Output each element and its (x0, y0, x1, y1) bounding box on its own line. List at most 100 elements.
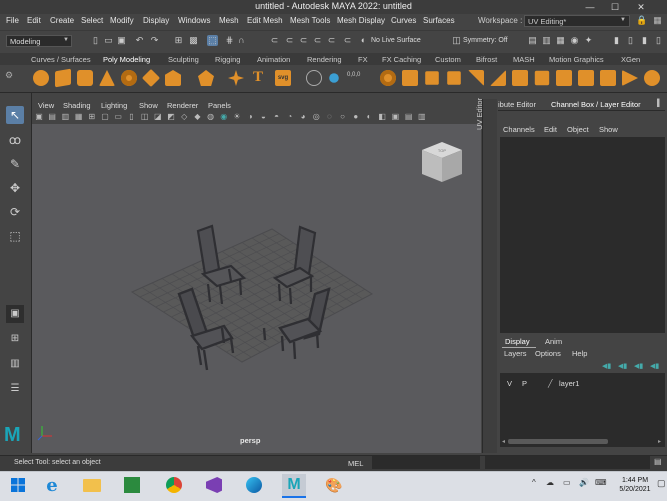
move-layer-down-icon[interactable]: ◀▮ (618, 362, 627, 370)
insert-edge-loop-icon[interactable] (578, 70, 594, 86)
xray-icon[interactable]: ◎ (311, 112, 321, 122)
close-icon[interactable]: ▌ (657, 100, 665, 109)
shelf-tab-curves-surfaces[interactable]: Curves / Surfaces (31, 55, 91, 64)
scale-tool-icon[interactable]: ⬚ (6, 227, 24, 245)
panel-menu-panels[interactable]: Panels (208, 101, 231, 110)
object-mode-icon[interactable]: ▩ (188, 35, 199, 46)
magnet-icon[interactable]: ⊂ (326, 35, 337, 46)
wireframe-icon[interactable]: ◇ (179, 112, 189, 122)
bookmark-icon[interactable]: ▥ (60, 112, 70, 122)
save-scene-icon[interactable]: ▣ (116, 35, 127, 46)
four-view-icon[interactable]: ⊞ (6, 330, 24, 348)
menu-mesh-display[interactable]: Mesh Display (337, 16, 385, 25)
poly-sphere-icon[interactable] (33, 70, 49, 86)
magnet-icon[interactable]: ⊂ (342, 35, 353, 46)
hierarchy-icon[interactable]: ⊞ (173, 35, 184, 46)
tab-anim[interactable]: Anim (545, 337, 562, 346)
menu-file[interactable]: File (6, 16, 19, 25)
render-settings-icon[interactable]: ▤ (527, 35, 538, 46)
magnet-icon[interactable]: ⊂ (298, 35, 309, 46)
shelf-tab-xgen[interactable]: XGen (621, 55, 640, 64)
quad-draw-icon[interactable] (556, 70, 572, 86)
maya-taskbar-icon[interactable]: M (282, 474, 306, 496)
layer-scrollbar[interactable] (508, 439, 608, 444)
single-view-icon[interactable]: ▣ (6, 305, 24, 323)
menu-display[interactable]: Display (143, 16, 169, 25)
shelf-tab-motion-graphics[interactable]: Motion Graphics (549, 55, 604, 64)
menu-surfaces[interactable]: Surfaces (423, 16, 455, 25)
smooth-icon[interactable] (380, 70, 396, 86)
shelf-tab-sculpting[interactable]: Sculpting (168, 55, 199, 64)
camera-icon[interactable]: ▣ (34, 112, 44, 122)
notifications-icon[interactable]: ▢ (657, 478, 666, 492)
extrude-icon[interactable] (402, 70, 418, 86)
shelf-tab-mash[interactable]: MASH (513, 55, 535, 64)
new-layer-icon[interactable]: ◀▮ (634, 362, 643, 370)
svg-icon[interactable]: svg (275, 70, 291, 86)
sidebar-toggle-icon[interactable]: ▯ (653, 35, 664, 46)
motion-blur-icon[interactable]: ◓ (272, 112, 282, 122)
image-plane-icon[interactable]: ▦ (74, 112, 84, 122)
live-surface-label[interactable]: No Live Surface (371, 37, 421, 44)
safe-title-icon[interactable]: ◩ (166, 112, 176, 122)
camera-attr-icon[interactable]: ▤ (47, 112, 57, 122)
smooth-shade-icon[interactable]: ◆ (192, 112, 202, 122)
script-language-toggle[interactable]: MEL (348, 459, 363, 468)
shelf-tab-fx[interactable]: FX (358, 55, 368, 64)
bookmark-icon[interactable]: ▥ (417, 112, 427, 122)
snap-grid-icon[interactable]: ⋕ (224, 35, 235, 46)
layers-menu[interactable]: Layers (504, 349, 527, 358)
textured-icon[interactable]: ◉ (219, 112, 229, 122)
magnet-icon[interactable]: ⊂ (312, 35, 323, 46)
select-component-icon[interactable]: ⬚ (207, 35, 218, 46)
maximize-button[interactable]: ☐ (604, 0, 626, 14)
undo-icon[interactable]: ↶ (134, 35, 145, 46)
poly-cylinder-icon[interactable] (77, 70, 93, 86)
object-menu[interactable]: Object (567, 125, 589, 134)
shelf-tab-bifrost[interactable]: Bifrost (476, 55, 497, 64)
workspace-select[interactable]: UV Editing* (524, 15, 630, 27)
options-menu[interactable]: Options (535, 349, 561, 358)
close-button[interactable]: ✕ (630, 0, 652, 14)
panel-menu-view[interactable]: View (38, 101, 54, 110)
tab-channel-box[interactable]: Channel Box / Layer Editor (551, 100, 641, 109)
combine-icon[interactable] (306, 70, 322, 86)
lock-icon[interactable]: 🔒 (636, 15, 647, 26)
rotate-tool-icon[interactable]: ⟳ (6, 203, 24, 221)
gamma-icon[interactable]: ◐ (364, 112, 374, 122)
symmetry-label[interactable]: Symmetry: Off (463, 37, 508, 44)
menu-select[interactable]: Select (81, 16, 103, 25)
new-layer-selected-icon[interactable]: ◀▮ (650, 362, 659, 370)
panel-menu-show[interactable]: Show (139, 101, 158, 110)
center-pivot-icon[interactable]: 0,0,0 (347, 72, 360, 78)
anti-aliasing-icon[interactable]: ◔ (285, 112, 295, 122)
system-clock[interactable]: 1:44 PM 5/20/2021 (610, 476, 660, 494)
gate-mask-icon[interactable]: ▯ (126, 112, 136, 122)
layer-color-swatch[interactable]: ╱ (548, 379, 553, 388)
open-scene-icon[interactable]: ▭ (103, 35, 114, 46)
bridge-icon[interactable] (425, 71, 439, 85)
resolution-gate-icon[interactable]: ▭ (113, 112, 123, 122)
shelf-menu-icon[interactable]: ⚙ (5, 70, 14, 86)
isolate-select-icon[interactable]: ◕ (298, 112, 308, 122)
scroll-right-icon[interactable]: ▸ (658, 438, 661, 445)
volume-icon[interactable]: 🔊 (579, 478, 589, 487)
magnet-icon[interactable]: ⊂ (284, 35, 295, 46)
ipr-render-icon[interactable]: ▦ (555, 35, 566, 46)
layer-playback-toggle[interactable]: P (522, 379, 527, 388)
sidebar-toggle-icon[interactable]: ▮ (611, 35, 622, 46)
grid-icon[interactable]: ⊞ (87, 112, 97, 122)
onedrive-icon[interactable]: ☁ (546, 478, 554, 487)
menu-create[interactable]: Create (50, 16, 74, 25)
visual-studio-icon[interactable] (202, 474, 226, 496)
chrome-icon[interactable] (162, 474, 186, 496)
channel-box-area[interactable] (500, 137, 665, 333)
shelf-tab-custom[interactable]: Custom (435, 55, 461, 64)
camera-icon[interactable]: ▣ (390, 112, 400, 122)
paint-select-icon[interactable]: ✎ (6, 155, 24, 173)
layer-name[interactable]: layer1 (559, 379, 579, 388)
field-chart-icon[interactable]: ◫ (140, 112, 150, 122)
scroll-left-icon[interactable]: ◂ (502, 438, 505, 445)
internet-explorer-icon[interactable]: e (40, 474, 64, 496)
move-layer-up-icon[interactable]: ◀▮ (602, 362, 611, 370)
